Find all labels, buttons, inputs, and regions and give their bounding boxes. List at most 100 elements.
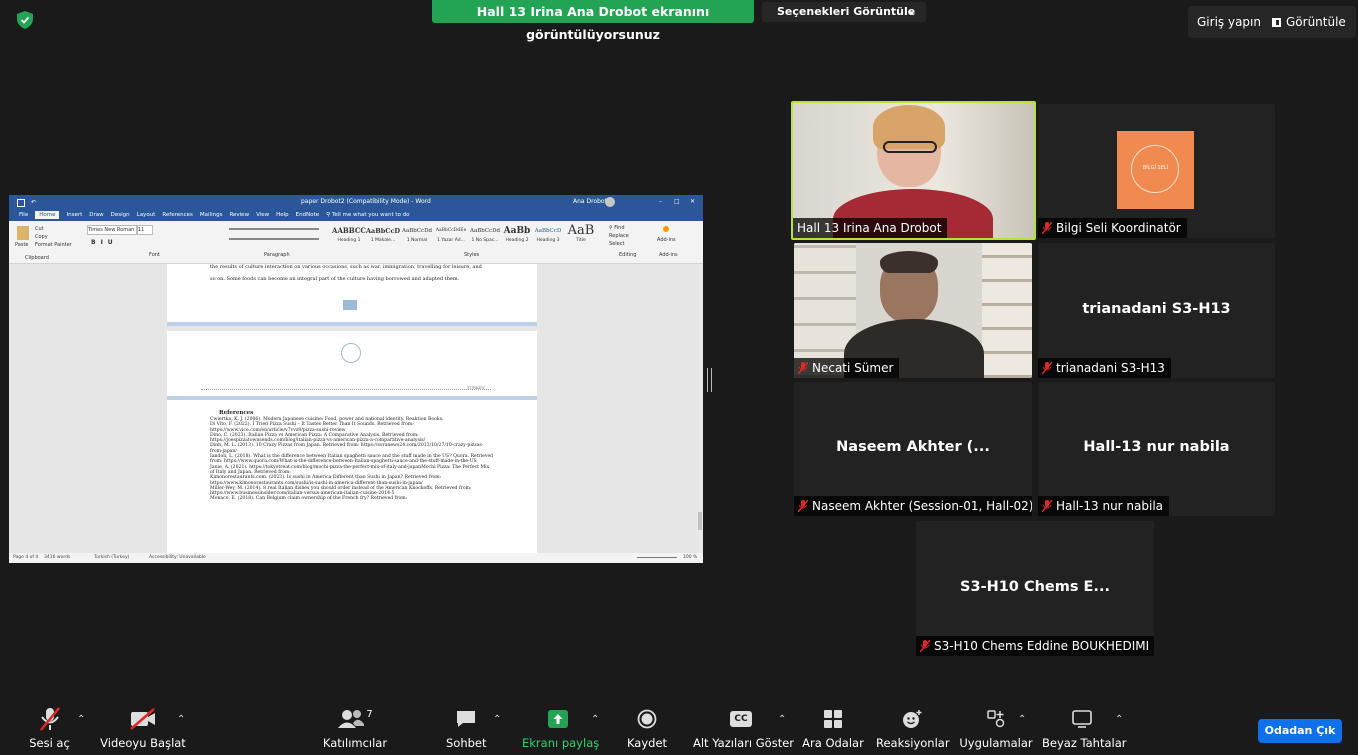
format-painter-button[interactable]: Format Painter [35, 242, 72, 248]
tab-review[interactable]: Review [229, 212, 249, 218]
participant-tile-nabila[interactable]: Hall-13 nur nabila Hall-13 nur nabila [1038, 382, 1275, 516]
whiteboard-icon [1072, 710, 1092, 728]
record-icon [637, 709, 657, 729]
style-item[interactable]: AaBb Heading 2 [502, 224, 532, 250]
status-language[interactable]: Turkish (Turkey) [94, 553, 129, 563]
find-label: Find [614, 225, 625, 231]
paste-button[interactable] [17, 226, 29, 240]
undo-icon[interactable]: ↶ [31, 196, 36, 210]
shared-screen[interactable]: ↶ paper Drobot2 (Compatibility Mode) - W… [9, 195, 703, 563]
tab-endnote[interactable]: EndNote [296, 212, 319, 218]
participant-tile-irina[interactable]: Hall 13 Irina Ana Drobot [791, 101, 1036, 240]
breakout-rooms-button[interactable]: Ara Odalar [801, 705, 865, 750]
reactions-button[interactable]: Reaksiyonlar [876, 705, 950, 750]
copy-button[interactable]: Copy [35, 234, 48, 240]
view-options-dropdown[interactable]: Seçenekleri Görüntüle ⌄ [762, 2, 926, 22]
style-name: Heading 3 [536, 238, 560, 243]
record-button[interactable]: Kaydet [625, 705, 669, 750]
view-button[interactable]: Görüntüle [1262, 6, 1356, 38]
audio-options-caret[interactable]: ⌃ [77, 714, 85, 725]
references-heading: References [219, 410, 254, 416]
replace-button[interactable]: Replace [609, 232, 629, 240]
participant-tile-chems[interactable]: S3-H10 Chems E... S3-H10 Chems Eddine BO… [916, 521, 1154, 656]
tab-design[interactable]: Design [111, 212, 130, 218]
footer-line [201, 389, 491, 390]
unmute-button[interactable]: Sesi aç [27, 705, 72, 750]
paragraph-group-label: Paragraph [264, 252, 290, 258]
chat-options-caret[interactable]: ⌃ [493, 714, 501, 725]
tab-help[interactable]: Help [276, 212, 289, 218]
restore-icon[interactable]: □ [674, 195, 680, 209]
leave-room-button[interactable]: Odadan Çık [1258, 719, 1342, 743]
resize-handle[interactable] [707, 368, 712, 392]
video-options-caret[interactable]: ⌃ [177, 714, 185, 725]
apps-button[interactable]: Uygulamalar [958, 705, 1034, 750]
zoom-slider[interactable] [637, 557, 677, 558]
style-preview: AaBbCcD [366, 227, 401, 235]
sign-in-button[interactable]: Giriş yapın [1188, 6, 1270, 38]
whiteboards-label: Beyaz Tahtalar [1042, 736, 1127, 750]
style-preview: AABBCC [332, 226, 366, 235]
participant-name-bar: Naseem Akhter (Session-01, Hall-02) [794, 496, 1032, 516]
participant-display-name: trianadani S3-H13 [1082, 300, 1231, 317]
scrollbar-thumb[interactable] [698, 512, 702, 530]
style-item[interactable]: AaBbCcD 1 Makale... [366, 224, 400, 250]
select-button[interactable]: Select [609, 240, 629, 248]
participant-name: Necati Sümer [812, 361, 894, 375]
font-name-select[interactable]: Times New Roman [87, 225, 137, 235]
save-icon[interactable] [17, 199, 25, 207]
person-hair [880, 251, 938, 273]
style-item[interactable]: AaB Title [564, 224, 598, 250]
participant-name: Hall 13 Irina Ana Drobot [793, 218, 948, 238]
style-preview: AaBbCcDdEe [435, 228, 467, 233]
tab-draw[interactable]: Draw [89, 212, 103, 218]
style-item[interactable]: AaBbCcDd 1 No Spac... [468, 224, 502, 250]
whiteboards-options-caret[interactable]: ⌃ [1115, 714, 1123, 725]
tab-references[interactable]: References [162, 212, 193, 218]
style-preview: AaBb [503, 226, 531, 236]
tell-me-search[interactable]: ⚲ Tell me what you want to do [326, 212, 416, 218]
participant-tile-bilgi[interactable]: BİLGİ SELİ Bilgi Seli Koordinatör [1038, 104, 1275, 238]
zoom-level[interactable]: 100 % [683, 553, 697, 563]
participants-button[interactable]: 7 Katılımcılar [320, 705, 390, 751]
find-button[interactable]: ⚲ Find [609, 224, 629, 232]
style-item[interactable]: AaBbCcDdEe 1 Yazar Ad... [434, 224, 468, 250]
minimize-icon[interactable]: – [659, 195, 662, 209]
font-format-buttons[interactable]: BIU [91, 239, 118, 246]
addins-button[interactable]: Add-ins [657, 224, 676, 243]
chat-button[interactable]: Sohbet [446, 705, 487, 750]
document-area[interactable]: the results of culture interaction on va… [9, 264, 703, 553]
share-options-caret[interactable]: ⌃ [591, 714, 599, 725]
style-item[interactable]: AaBbCcDd 1 Normal [400, 224, 434, 250]
captions-button[interactable]: CC Alt Yazıları Göster [693, 705, 794, 750]
participant-name: Hall-13 nur nabila [1056, 499, 1164, 513]
user-avatar[interactable] [605, 197, 615, 207]
cut-button[interactable]: Cut [35, 226, 44, 232]
tab-home[interactable]: Home [35, 211, 60, 219]
status-bar: Page 4 of 4 3416 words Turkish (Turkey) … [9, 553, 703, 563]
tab-layout[interactable]: Layout [137, 212, 156, 218]
share-screen-button[interactable]: Ekranı paylaş [522, 705, 599, 750]
tab-file[interactable]: File [19, 212, 28, 218]
style-item[interactable]: AaBbCcD Heading 3 [532, 224, 564, 250]
participant-tile-triana[interactable]: trianadani S3-H13 trianadani S3-H13 [1038, 243, 1275, 378]
captions-options-caret[interactable]: ⌃ [778, 714, 786, 725]
vertical-scrollbar[interactable] [697, 264, 703, 553]
tab-insert[interactable]: Insert [66, 212, 82, 218]
tab-view[interactable]: View [256, 212, 269, 218]
paragraph-buttons[interactable] [229, 226, 329, 246]
tab-mailings[interactable]: Mailings [200, 212, 223, 218]
styles-gallery[interactable]: AABBCC Heading 1 AaBbCcD 1 Makale... AaBbC… [332, 224, 602, 250]
apps-options-caret[interactable]: ⌃ [1018, 714, 1026, 725]
start-video-button[interactable]: Videoyu Başlat [100, 705, 186, 750]
style-item[interactable]: AABBCC Heading 1 [332, 224, 366, 250]
close-icon[interactable]: ✕ [690, 195, 695, 209]
status-accessibility[interactable]: Accessibility: Unavailable [149, 553, 206, 563]
participant-tile-necati[interactable]: Necati Sümer [794, 243, 1032, 378]
whiteboards-button[interactable]: Beyaz Tahtalar [1042, 705, 1127, 750]
apps-icon [987, 710, 1005, 728]
participant-tile-naseem[interactable]: Naseem Akhter (... Naseem Akhter (Sessio… [794, 382, 1032, 516]
font-size-select[interactable]: 11 [137, 225, 153, 235]
status-words: 3416 words [44, 555, 71, 560]
security-shield-icon[interactable] [17, 11, 33, 29]
